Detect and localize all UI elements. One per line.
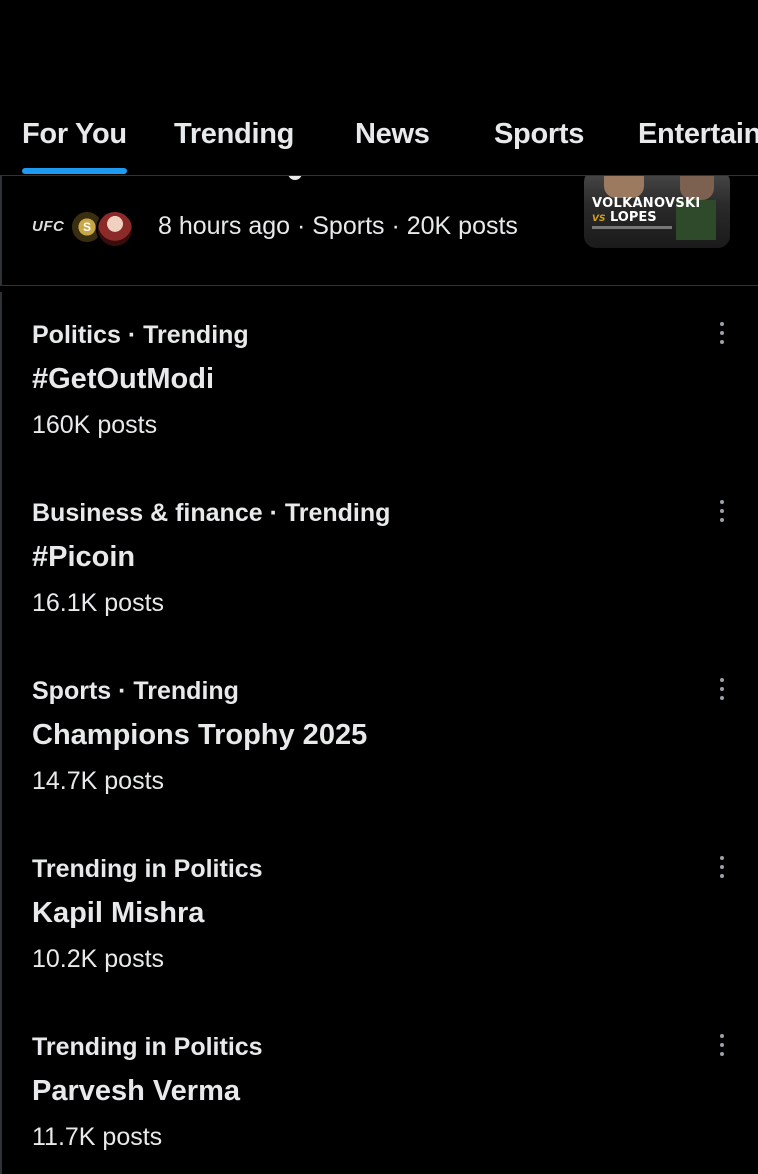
more-vertical-icon[interactable] xyxy=(716,500,728,528)
tab-sports[interactable]: Sports xyxy=(494,118,584,151)
trend-item[interactable]: Business & finance · Trending #Picoin 16… xyxy=(32,470,732,648)
source-avatars: UFC S xyxy=(32,204,144,248)
tab-entertainment[interactable]: Entertain xyxy=(638,118,758,151)
clipped-headline-fragment xyxy=(252,176,312,180)
trend-item[interactable]: Trending in Politics Parvesh Verma 11.7K… xyxy=(32,1004,732,1174)
trend-item[interactable]: Sports · Trending Champions Trophy 2025 … xyxy=(32,648,732,826)
trend-post-count: 14.7K posts xyxy=(32,767,165,795)
trend-post-count: 11.7K posts xyxy=(32,1123,163,1151)
more-vertical-icon[interactable] xyxy=(716,678,728,706)
trend-context: Business & finance · Trending xyxy=(32,499,391,527)
tab-trending[interactable]: Trending xyxy=(174,118,294,151)
thumbnail-title-line1: VOLKANOVSKI xyxy=(592,196,701,211)
trend-name: Champions Trophy 2025 xyxy=(32,719,368,751)
trend-post-count: 160K posts xyxy=(32,411,158,439)
explore-tab-bar: For You Trending News Sports Entertain xyxy=(0,100,758,176)
trend-context: Trending in Politics xyxy=(32,1033,263,1061)
active-tab-indicator xyxy=(22,168,127,174)
fighter-left-image xyxy=(604,176,644,198)
trend-name: Kapil Mishra xyxy=(32,897,205,929)
trend-context: Trending in Politics xyxy=(32,855,263,883)
trend-name: #GetOutModi xyxy=(32,363,215,395)
trend-item[interactable]: Trending in Politics Kapil Mishra 10.2K … xyxy=(32,826,732,1004)
trend-name: Parvesh Verma xyxy=(32,1075,240,1107)
more-vertical-icon[interactable] xyxy=(716,1034,728,1062)
tab-for-you[interactable]: For You xyxy=(22,118,127,151)
trend-context: Politics · Trending xyxy=(32,321,249,349)
thumbnail-title-line2: VS LOPES xyxy=(592,210,657,225)
featured-thumbnail[interactable]: VOLKANOVSKI VS LOPES xyxy=(584,176,730,248)
more-vertical-icon[interactable] xyxy=(716,322,728,350)
thumbnail-subtitle-bar xyxy=(592,226,672,229)
trend-context: Sports · Trending xyxy=(32,677,239,705)
trend-post-count: 16.1K posts xyxy=(32,589,165,617)
trend-item[interactable]: Politics · Trending #GetOutModi 160K pos… xyxy=(32,292,732,470)
trend-post-count: 10.2K posts xyxy=(32,945,165,973)
tab-news[interactable]: News xyxy=(355,118,430,151)
featured-news-card[interactable]: UFC S 8 hours ago · Sports · 20K posts V… xyxy=(0,176,758,286)
fighter-avatar-icon xyxy=(96,210,134,248)
more-vertical-icon[interactable] xyxy=(716,856,728,884)
featured-meta: 8 hours ago · Sports · 20K posts xyxy=(158,212,518,240)
trend-name: #Picoin xyxy=(32,541,136,573)
trend-list: Politics · Trending #GetOutModi 160K pos… xyxy=(0,292,758,1174)
